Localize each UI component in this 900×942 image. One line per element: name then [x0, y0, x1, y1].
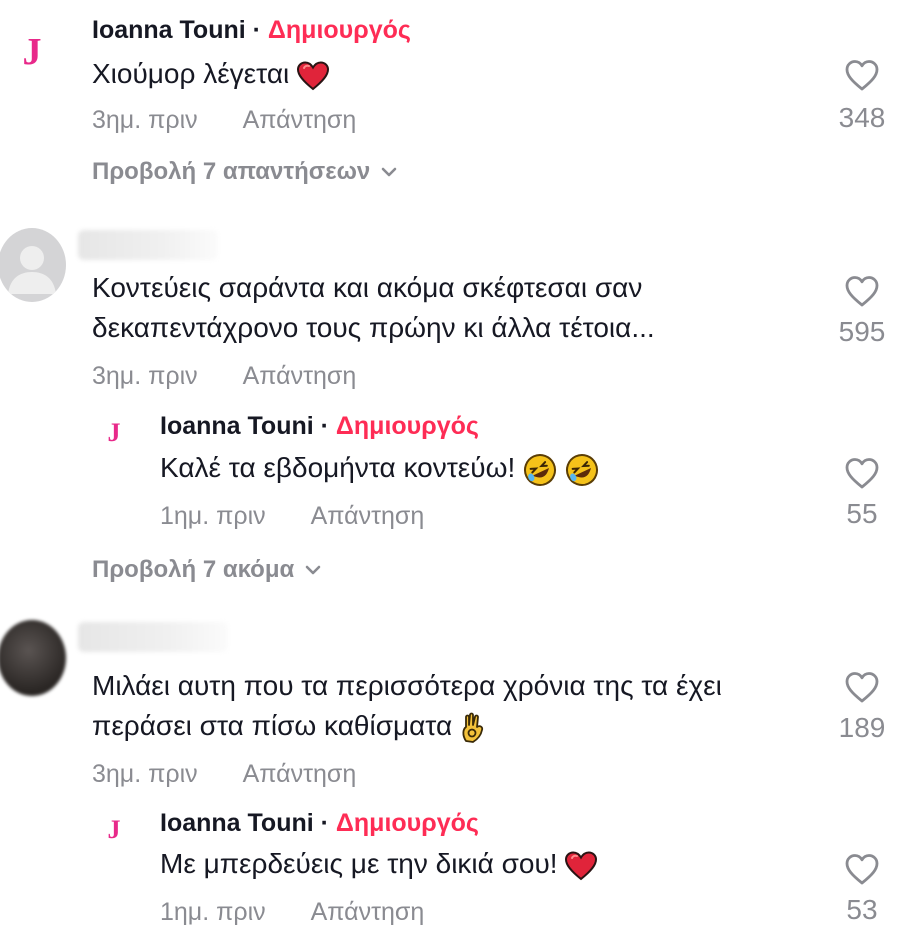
- comment-meta: 1ημ. πριν Απάντηση: [160, 502, 424, 531]
- view-more-replies-button[interactable]: Προβολή 7 ακόμα: [92, 556, 322, 584]
- heart-outline-icon: [845, 672, 879, 703]
- comment-meta: 1ημ. πριν Απάντηση: [160, 898, 424, 927]
- separator: ·: [320, 809, 329, 837]
- like-button[interactable]: [817, 852, 900, 891]
- like-count: 348: [838, 102, 886, 133]
- like-button[interactable]: [817, 58, 900, 97]
- timestamp: 1ημ. πριν: [160, 502, 266, 530]
- like-count: 189: [838, 712, 886, 743]
- comment-text: Χιούμορ λέγεται: [92, 54, 330, 94]
- avatar[interactable]: J: [100, 418, 128, 448]
- comment-author-line: Ioanna Touni · Δημιουργός: [92, 16, 411, 45]
- like-button[interactable]: [817, 274, 900, 313]
- like-count: 595: [838, 316, 886, 347]
- author-name[interactable]: [78, 622, 228, 652]
- reply-button[interactable]: Απάντηση: [243, 760, 357, 788]
- chevron-down-icon: [305, 565, 321, 575]
- like-button[interactable]: [817, 670, 900, 709]
- like-button[interactable]: [817, 456, 900, 495]
- comment-meta: 3ημ. πριν Απάντηση: [92, 106, 356, 135]
- rolling-laughing-icon: [524, 453, 557, 486]
- author-name[interactable]: [78, 230, 218, 260]
- timestamp: 1ημ. πριν: [160, 898, 266, 926]
- comment-text-content: Καλέ τα εβδομήντα κοντεύω!: [160, 452, 516, 483]
- creator-badge: Δημιουργός: [335, 412, 479, 440]
- default-avatar-icon: [8, 246, 56, 294]
- comment-text-line: δεκαπεντάχρονο τους πρώην κι άλλα τέτοια…: [92, 312, 655, 343]
- comment-text-content: Χιούμορ λέγεται: [92, 58, 290, 89]
- ok-hand-icon: [462, 712, 484, 743]
- comment-text: Κοντεύεις σαράντα και ακόμα σκέφτεσαι σα…: [92, 268, 655, 348]
- comment-text: Μιλάει αυτη που τα περισσότερα χρόνια τη…: [92, 666, 722, 746]
- comment-author-line: Ioanna Touni · Δημιουργός: [160, 809, 479, 838]
- avatar[interactable]: [0, 620, 66, 696]
- heart-outline-icon: [845, 458, 879, 489]
- creator-badge: Δημιουργός: [335, 809, 479, 837]
- timestamp: 3ημ. πριν: [92, 106, 198, 134]
- avatar[interactable]: J: [100, 815, 128, 845]
- comment-meta: 3ημ. πριν Απάντηση: [92, 760, 356, 789]
- separator: ·: [320, 412, 329, 440]
- comment-author-line: Ioanna Touni · Δημιουργός: [160, 412, 479, 441]
- heart-outline-icon: [845, 854, 879, 885]
- reply-button[interactable]: Απάντηση: [311, 502, 425, 530]
- comment-text-line: Μιλάει αυτη που τα περισσότερα χρόνια τη…: [92, 670, 722, 701]
- heart-outline-icon: [845, 60, 879, 91]
- separator: ·: [252, 16, 261, 44]
- author-name[interactable]: Ioanna Touni: [160, 809, 314, 837]
- comment-text-line: περάσει στα πίσω καθίσματα: [92, 706, 722, 746]
- comment-text: Με μπερδεύεις με την δικιά σου!: [160, 844, 598, 884]
- comment-text-line: Κοντεύεις σαράντα και ακόμα σκέφτεσαι σα…: [92, 272, 643, 303]
- rolling-laughing-icon: [565, 453, 598, 486]
- timestamp: 3ημ. πριν: [92, 760, 198, 788]
- avatar[interactable]: [0, 228, 66, 302]
- like-count: 55: [846, 498, 878, 529]
- view-replies-label: Προβολή 7 απαντήσεων: [92, 158, 371, 185]
- reply-button[interactable]: Απάντηση: [243, 106, 357, 134]
- red-heart-icon: [565, 851, 598, 880]
- author-name[interactable]: Ioanna Touni: [160, 412, 314, 440]
- comment-text: Καλέ τα εβδομήντα κοντεύω!: [160, 448, 599, 488]
- heart-outline-icon: [845, 276, 879, 307]
- reply-button[interactable]: Απάντηση: [311, 898, 425, 926]
- avatar[interactable]: J: [14, 30, 50, 74]
- comment-text-content: Με μπερδεύεις με την δικιά σου!: [160, 848, 558, 879]
- chevron-down-icon: [381, 167, 397, 177]
- red-heart-icon: [297, 61, 330, 90]
- timestamp: 3ημ. πριν: [92, 362, 198, 390]
- view-replies-button[interactable]: Προβολή 7 απαντήσεων: [92, 158, 398, 186]
- creator-badge: Δημιουργός: [267, 16, 411, 44]
- comment-text-content: περάσει στα πίσω καθίσματα: [92, 710, 453, 741]
- reply-button[interactable]: Απάντηση: [243, 362, 357, 390]
- like-count: 53: [846, 894, 878, 925]
- comment-meta: 3ημ. πριν Απάντηση: [92, 362, 356, 391]
- author-name[interactable]: Ioanna Touni: [92, 16, 246, 44]
- view-more-label: Προβολή 7 ακόμα: [92, 556, 295, 583]
